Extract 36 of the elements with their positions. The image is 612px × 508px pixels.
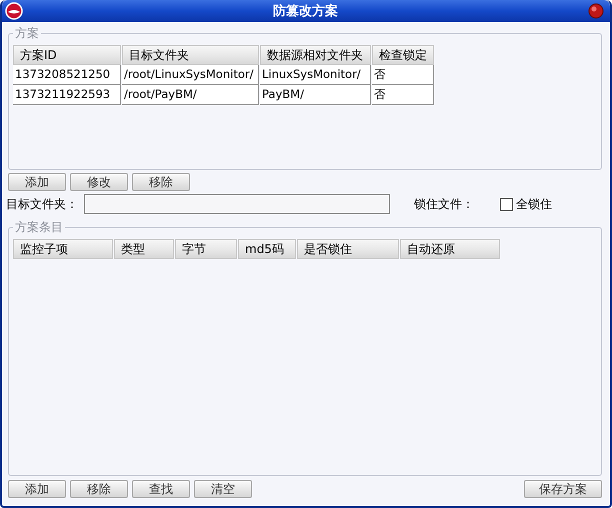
toolbar-button[interactable]: 清空 xyxy=(194,480,252,498)
toolbar-button[interactable]: 添加 xyxy=(8,480,66,498)
table-cell: 1373208521250 xyxy=(13,65,121,85)
column-header[interactable]: md5码 xyxy=(238,239,296,259)
column-header[interactable]: 检查锁定 xyxy=(372,45,434,65)
checkbox-label: 全锁住 xyxy=(516,196,552,212)
table-cell: 否 xyxy=(372,85,434,105)
checkbox[interactable] xyxy=(500,198,513,210)
table-cell: 1373211922593 xyxy=(13,85,121,105)
column-header[interactable]: 字节 xyxy=(175,239,237,259)
table-cell: PayBM/ xyxy=(260,85,371,105)
column-header[interactable]: 是否锁住 xyxy=(297,239,399,259)
column-header[interactable]: 目标文件夹 xyxy=(122,45,259,65)
toolbar-button[interactable]: 移除 xyxy=(70,480,128,498)
table-cell: 否 xyxy=(372,65,434,85)
table-cell: /root/PayBM/ xyxy=(122,85,259,105)
table-cell: LinuxSysMonitor/ xyxy=(260,65,371,85)
column-header[interactable]: 方案ID xyxy=(13,45,121,65)
column-header[interactable]: 自动还原 xyxy=(400,239,500,259)
column-header[interactable]: 数据源相对文件夹 xyxy=(260,45,371,65)
group-legend: 方案条目 xyxy=(13,219,65,236)
window-title: 防篡改方案 xyxy=(272,2,339,20)
column-header[interactable]: 监控子项 xyxy=(13,239,113,259)
toolbar-button[interactable]: 移除 xyxy=(132,173,190,191)
toolbar-button[interactable]: 添加 xyxy=(8,173,66,191)
toolbar-button[interactable]: 修改 xyxy=(70,173,128,191)
group-legend: 方案 xyxy=(13,25,41,42)
toolbar-button[interactable]: 查找 xyxy=(132,480,190,498)
field-label: 锁住文件： xyxy=(414,196,474,212)
field-label: 目标文件夹： xyxy=(6,196,78,212)
column-header[interactable]: 类型 xyxy=(114,239,174,259)
table-cell: /root/LinuxSysMonitor/ xyxy=(122,65,259,85)
target-folder-field[interactable] xyxy=(84,194,390,214)
app-logo-icon xyxy=(5,2,23,20)
save-button[interactable]: 保存方案 xyxy=(524,480,602,498)
close-icon[interactable] xyxy=(588,3,604,19)
